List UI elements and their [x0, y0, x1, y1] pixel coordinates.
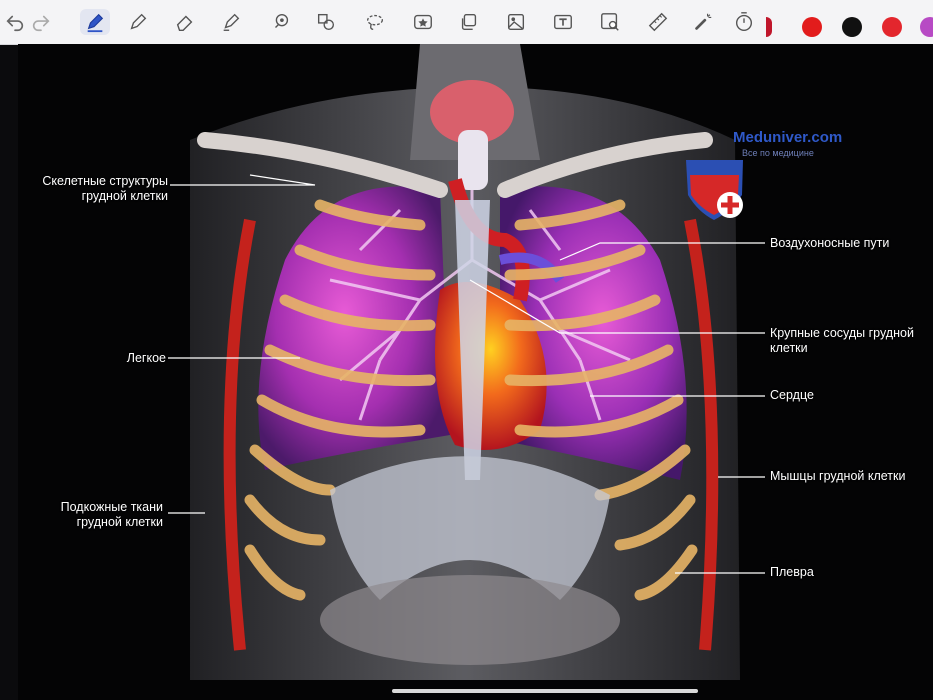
- pencil-icon[interactable]: [125, 9, 151, 35]
- liver-shadow: [320, 575, 620, 665]
- watermark-tagline: Все по медицине: [742, 148, 814, 158]
- shapes-icon[interactable]: [313, 9, 339, 35]
- label-pleura: Плевра: [770, 565, 814, 579]
- color-swatch-dark-red[interactable]: [766, 17, 772, 37]
- color-swatch-black[interactable]: [842, 17, 862, 37]
- label-chest-muscles: Мышцы грудной клетки: [770, 469, 906, 483]
- redo-icon[interactable]: [28, 9, 54, 35]
- lasso-icon[interactable]: [362, 9, 388, 35]
- label-great-vessels: Крупные сосуды грудной клетки: [770, 326, 914, 355]
- watermark-site-name: Meduniver.com: [733, 129, 843, 146]
- eraser-icon[interactable]: [172, 9, 198, 35]
- highlighter-icon[interactable]: [218, 9, 244, 35]
- app-toolbar: [0, 0, 933, 45]
- color-swatch-red[interactable]: [802, 17, 822, 37]
- laser-pointer-icon[interactable]: [690, 9, 716, 35]
- image-search-icon[interactable]: [597, 9, 623, 35]
- timer-icon[interactable]: [731, 9, 757, 35]
- trachea: [458, 130, 488, 190]
- label-subcutaneous-tissue: Подкожные ткани грудной клетки: [60, 500, 163, 529]
- home-indicator[interactable]: [392, 689, 698, 693]
- undo-icon[interactable]: [2, 9, 28, 35]
- pen-icon[interactable]: [80, 9, 110, 35]
- lasso-select-icon[interactable]: [268, 9, 294, 35]
- color-swatch-purple[interactable]: [920, 17, 933, 37]
- color-swatch-red-2[interactable]: [882, 17, 902, 37]
- ruler-icon[interactable]: [645, 9, 671, 35]
- image-icon[interactable]: [503, 9, 529, 35]
- label-skeletal-structures: Скелетные структуры грудной клетки: [42, 174, 168, 203]
- label-heart: Сердце: [770, 388, 814, 402]
- text-icon[interactable]: [550, 9, 576, 35]
- sticker-icon[interactable]: [410, 9, 436, 35]
- copy-icon[interactable]: [456, 9, 482, 35]
- label-lung: Легкое: [126, 351, 166, 365]
- label-airways: Воздухоносные пути: [770, 236, 890, 250]
